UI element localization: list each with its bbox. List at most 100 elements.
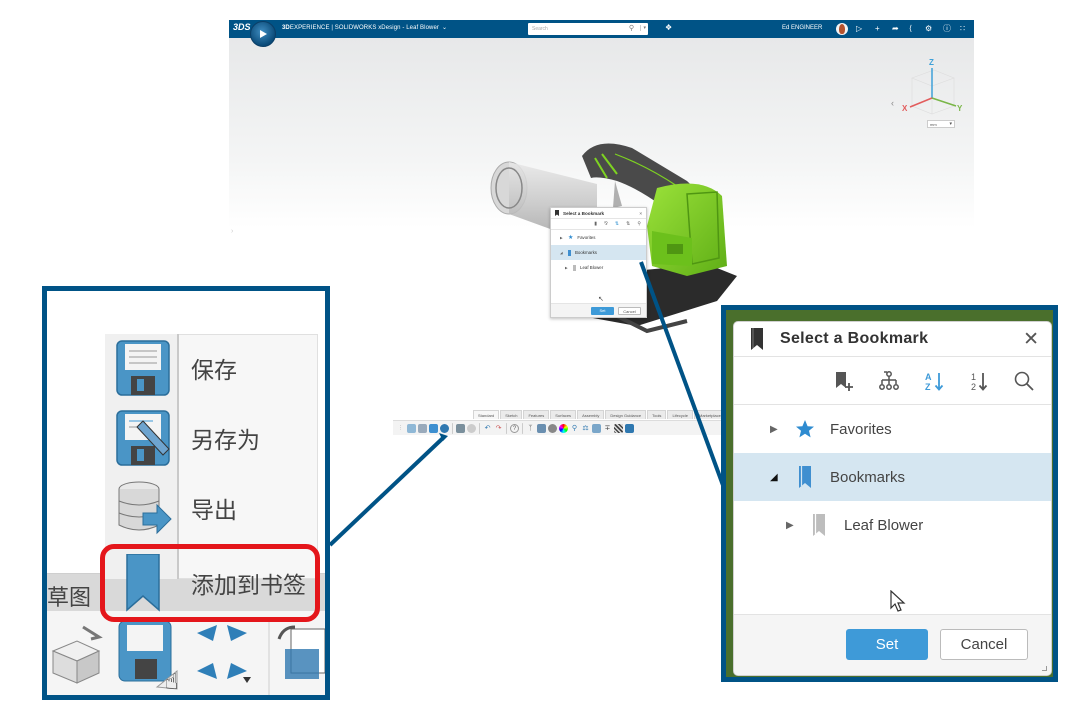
bookmark-gray-icon xyxy=(808,514,830,536)
sort-12-icon[interactable]: ⇅ xyxy=(626,221,630,227)
section-icon[interactable] xyxy=(592,423,601,433)
set-button[interactable]: Set xyxy=(591,306,614,315)
user-name[interactable]: Ed ENGINEER xyxy=(782,25,822,31)
mini-bookmark-dialog[interactable]: Select a Bookmark × ▮ ⅋ ⇅ ⇅ ⚲ ▶ ★ Favori… xyxy=(550,207,647,318)
sort-numeric-button[interactable]: 1 2 xyxy=(968,370,990,392)
set-button[interactable]: Set xyxy=(846,629,928,660)
tab-standard[interactable]: Standard xyxy=(473,410,500,419)
add-bookmark-button[interactable] xyxy=(833,370,855,392)
add-icon[interactable]: + xyxy=(875,23,880,35)
ds-logo-icon[interactable]: 3DS xyxy=(233,22,251,36)
compass-icon[interactable] xyxy=(250,21,276,47)
menu-item-save[interactable]: 保存 xyxy=(105,334,318,402)
appearance-icon[interactable] xyxy=(548,423,557,433)
search-button[interactable] xyxy=(1013,370,1035,392)
sort-az-icon[interactable]: ⇅ xyxy=(615,221,619,227)
properties-icon[interactable] xyxy=(456,423,465,433)
close-icon[interactable]: × xyxy=(639,211,642,216)
undo-icon[interactable]: ↶ xyxy=(483,424,492,433)
mini-tree-row-leaf-blower[interactable]: ▶ Leaf Blower xyxy=(551,260,646,275)
color-wheel-icon[interactable] xyxy=(559,423,568,433)
hierarchy-icon[interactable]: ⅋ xyxy=(604,221,608,227)
collapse-icon[interactable]: ◢ xyxy=(560,251,564,255)
help-icon[interactable]: ⓘ xyxy=(943,23,951,35)
cancel-button[interactable]: Cancel xyxy=(940,629,1028,660)
notifications-icon[interactable]: ▷ xyxy=(856,23,862,35)
search-input[interactable]: Search ⚲ ▾ xyxy=(528,23,648,35)
expand-icon[interactable]: ▶ xyxy=(786,520,796,531)
tab-design-guidance[interactable]: Design Guidance xyxy=(605,410,647,419)
mini-tree-row-bookmarks[interactable]: ◢ Bookmarks xyxy=(551,245,646,260)
3d-viewport[interactable]: › ‹ Z X Y mm ▾ Select a Bookmark × ▮ ⅋ ⇅… xyxy=(229,38,974,334)
search-dropdown-icon[interactable]: ▾ xyxy=(640,25,646,31)
panel-expand-icon[interactable]: › xyxy=(231,228,233,235)
svg-text:Z: Z xyxy=(925,382,931,392)
redo-icon[interactable]: ↷ xyxy=(494,424,503,433)
sketch-tab-label: 草图 xyxy=(47,586,92,611)
more-icon[interactable] xyxy=(625,423,634,433)
resize-grip-icon[interactable] xyxy=(1042,666,1047,671)
mouse-cursor-icon xyxy=(890,590,906,612)
search-placeholder: Search xyxy=(532,26,548,32)
menu-item-export[interactable]: 导出 xyxy=(105,474,318,542)
tree-row-leaf-blower[interactable]: ▶ Leaf Blower xyxy=(734,501,1051,549)
mini-dialog-toolbar: ▮ ⅋ ⇅ ⇅ ⚲ xyxy=(551,219,646,230)
tab-lifecycle[interactable]: Lifecycle xyxy=(667,410,693,419)
lasso-icon[interactable]: ᛉ xyxy=(526,424,535,433)
chevron-down-icon[interactable]: ⌄ xyxy=(442,24,447,31)
callout-bookmark-dialog: Select a Bookmark ✕ A Z 1 2 ▶ Favorites … xyxy=(721,305,1058,682)
open-icon[interactable] xyxy=(418,423,427,433)
app-title[interactable]: 3DEXPERIENCE | SOLIDWORKS xDesign - Leaf… xyxy=(282,24,447,31)
tag-icon[interactable]: ❖ xyxy=(665,23,672,32)
mini-dialog-footer: Set Cancel xyxy=(551,303,646,317)
expand-icon[interactable]: ▶ xyxy=(565,266,569,270)
bookmark-icon[interactable] xyxy=(429,423,438,433)
separator xyxy=(452,422,453,434)
search-icon[interactable]: ⚲ xyxy=(637,221,641,227)
align-icon[interactable]: ∓ xyxy=(603,424,612,433)
menu-item-save-as[interactable]: 另存为 xyxy=(105,404,318,472)
brand-3d: 3D xyxy=(282,25,290,31)
hand-cursor-icon: ☝ xyxy=(165,669,179,694)
hatch-icon[interactable] xyxy=(614,423,623,433)
mini-tree-row-favorites[interactable]: ▶ ★ Favorites xyxy=(551,230,646,245)
tab-surfaces[interactable]: Surfaces xyxy=(550,410,577,419)
export-icon xyxy=(118,481,172,535)
menu-item-label: 导出 xyxy=(191,498,237,524)
connect-icon[interactable]: ⟨ xyxy=(909,23,912,35)
tree-row-bookmarks[interactable]: ◢ Bookmarks xyxy=(734,453,1051,501)
collapse-icon[interactable]: ◢ xyxy=(770,472,780,483)
share-icon[interactable]: ➦ xyxy=(892,23,899,35)
zoom-icon[interactable]: ⚲ xyxy=(570,424,579,433)
bookmark-icon xyxy=(751,328,763,350)
separator xyxy=(506,422,507,434)
tree-label: Bookmarks xyxy=(575,250,597,255)
close-icon[interactable]: ✕ xyxy=(1023,328,1039,351)
tab-sketch[interactable]: Sketch xyxy=(500,410,523,419)
add-bookmark-icon[interactable]: ▮ xyxy=(594,221,597,227)
help-icon[interactable]: ? xyxy=(510,423,519,433)
svg-text:A: A xyxy=(925,372,932,382)
balance-icon[interactable]: ⚖ xyxy=(581,424,590,433)
svg-text:1: 1 xyxy=(971,372,976,382)
grip-icon[interactable]: ⋮ xyxy=(396,424,405,433)
measure-icon[interactable] xyxy=(537,423,546,433)
search-icon[interactable]: ⚲ xyxy=(629,24,634,32)
units-select[interactable]: mm ▾ xyxy=(927,120,955,128)
expand-icon[interactable]: ▶ xyxy=(770,424,780,435)
menu-item-label: 另存为 xyxy=(191,428,260,454)
tools-icon[interactable]: ⚙ xyxy=(925,23,932,35)
refresh-icon[interactable] xyxy=(440,423,449,433)
sort-alpha-button[interactable]: A Z xyxy=(923,370,945,392)
cancel-button[interactable]: Cancel xyxy=(618,306,641,315)
new-icon[interactable] xyxy=(407,423,416,433)
settings-icon[interactable] xyxy=(467,423,476,433)
expand-icon[interactable]: ▶ xyxy=(560,236,564,240)
tab-tools[interactable]: Tools xyxy=(647,410,667,419)
tree-row-favorites[interactable]: ▶ Favorites xyxy=(734,405,1051,453)
apps-grid-icon[interactable]: ∷ xyxy=(960,23,965,35)
tab-features[interactable]: Features xyxy=(523,410,550,419)
tab-assembly[interactable]: Assembly xyxy=(577,410,605,419)
hierarchy-button[interactable] xyxy=(878,370,900,392)
avatar[interactable] xyxy=(836,23,848,35)
